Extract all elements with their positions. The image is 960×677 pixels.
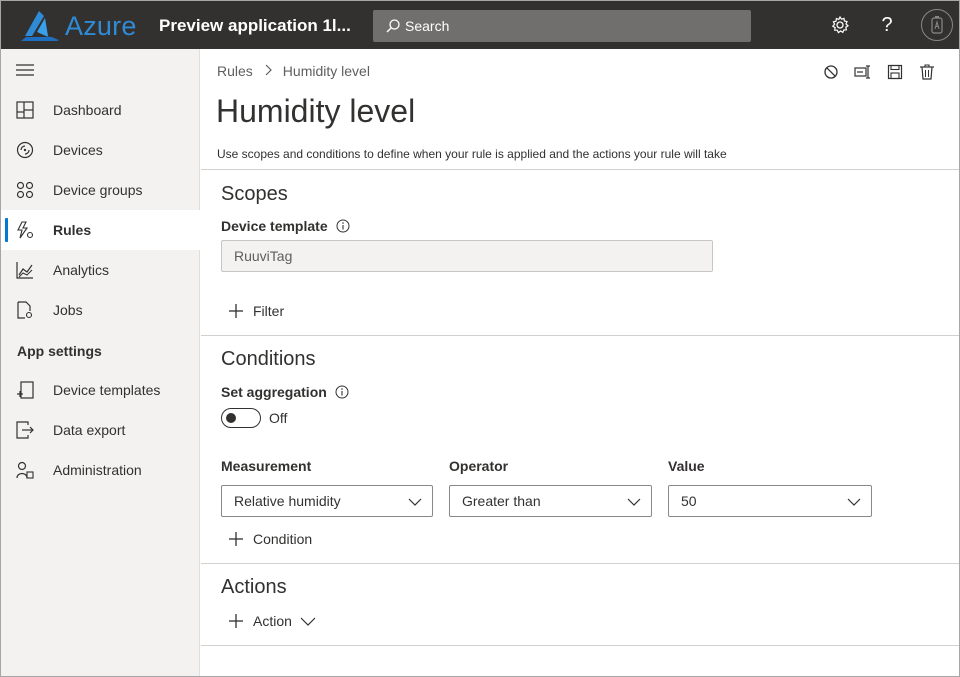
sidebar-item-administration[interactable]: Administration	[1, 450, 200, 490]
app-title[interactable]: Preview application 1l...	[159, 16, 351, 36]
search-placeholder: Search	[405, 18, 450, 34]
plus-icon	[229, 532, 243, 546]
devices-icon	[15, 140, 35, 160]
jobs-icon	[15, 300, 35, 320]
azure-logo-icon	[21, 11, 60, 41]
sidebar-item-label: Jobs	[53, 302, 83, 318]
help-icon[interactable]: ?	[875, 13, 899, 37]
measurement-label: Measurement	[221, 458, 312, 474]
page-description: Use scopes and conditions to define when…	[217, 147, 727, 161]
administration-icon	[15, 460, 35, 480]
divider	[201, 645, 959, 646]
operator-dropdown[interactable]: Greater than	[449, 485, 652, 517]
sidebar-item-label: Device templates	[53, 382, 161, 398]
sidebar-item-data-export[interactable]: Data export	[1, 410, 200, 450]
dashboard-icon	[15, 100, 35, 120]
delete-icon[interactable]	[917, 62, 937, 82]
plus-icon	[229, 614, 243, 628]
device-templates-icon	[15, 380, 35, 400]
page-title: Humidity level	[216, 93, 416, 129]
chevron-down-icon	[627, 498, 641, 506]
operator-label: Operator	[449, 458, 509, 474]
aggregation-toggle[interactable]	[221, 408, 261, 428]
add-action-label: Action	[253, 613, 292, 629]
chevron-down-icon	[847, 498, 861, 506]
sidebar: Dashboard Devices Device groups Rules An…	[1, 49, 200, 676]
sidebar-item-label: Dashboard	[53, 102, 122, 118]
divider	[201, 563, 959, 564]
app-settings-section-heading: App settings	[17, 343, 102, 359]
user-avatar[interactable]	[921, 9, 953, 41]
info-icon[interactable]	[336, 219, 350, 233]
brand-name: Azure	[65, 10, 137, 41]
add-action-button[interactable]: Action	[228, 613, 316, 629]
sidebar-item-dashboard[interactable]: Dashboard	[1, 90, 200, 130]
measurement-dropdown[interactable]: Relative humidity	[221, 485, 433, 517]
set-aggregation-label: Set aggregation	[221, 384, 349, 400]
value-selected: 50	[681, 493, 697, 509]
breadcrumb: Rules Humidity level	[217, 63, 370, 79]
data-export-icon	[15, 420, 35, 440]
device-template-label: Device template	[221, 218, 350, 234]
sidebar-item-jobs[interactable]: Jobs	[1, 290, 200, 330]
save-icon[interactable]	[885, 62, 905, 82]
add-condition-label: Condition	[253, 531, 313, 547]
breadcrumb-rules-link[interactable]: Rules	[217, 63, 253, 79]
aggregation-toggle-state: Off	[269, 410, 288, 426]
search-box[interactable]: Search	[373, 10, 751, 42]
sidebar-item-label: Analytics	[53, 262, 110, 278]
actions-heading: Actions	[221, 576, 287, 598]
search-icon	[386, 19, 400, 33]
divider	[201, 335, 959, 336]
device-groups-icon	[15, 180, 35, 200]
value-label: Value	[668, 458, 705, 474]
azure-logo[interactable]: Azure	[19, 10, 137, 42]
hamburger-menu-icon[interactable]	[16, 63, 34, 77]
settings-gear-icon[interactable]	[828, 13, 852, 37]
measurement-selected: Relative humidity	[234, 493, 341, 509]
command-bar	[821, 62, 949, 82]
value-dropdown[interactable]: 50	[668, 485, 872, 517]
scopes-heading: Scopes	[221, 183, 288, 205]
analytics-icon	[15, 260, 35, 280]
device-template-field: RuuviTag	[221, 240, 713, 272]
set-aggregation-label-text: Set aggregation	[221, 384, 327, 400]
app-window: Azure Preview application 1l... Search ?	[0, 0, 960, 677]
sidebar-item-label: Rules	[53, 222, 92, 238]
divider	[201, 169, 959, 170]
sidebar-item-label: Device groups	[53, 182, 143, 198]
user-icon	[931, 16, 943, 34]
operator-selected: Greater than	[462, 493, 541, 509]
conditions-heading: Conditions	[221, 348, 316, 370]
toggle-knob	[226, 413, 236, 423]
sidebar-item-analytics[interactable]: Analytics	[1, 250, 200, 290]
sidebar-item-label: Devices	[53, 142, 103, 158]
top-bar: Azure Preview application 1l... Search ?	[1, 1, 959, 49]
sidebar-item-label: Data export	[53, 422, 126, 438]
add-filter-label: Filter	[253, 303, 285, 319]
sidebar-item-label: Administration	[53, 462, 142, 478]
sidebar-item-devices[interactable]: Devices	[1, 130, 200, 170]
sidebar-item-rules[interactable]: Rules	[1, 210, 200, 250]
chevron-down-icon	[408, 498, 422, 506]
sidebar-item-device-templates[interactable]: Device templates	[1, 370, 200, 410]
add-filter-button[interactable]: Filter	[228, 303, 284, 319]
rules-icon	[15, 220, 35, 240]
device-template-label-text: Device template	[221, 218, 328, 234]
plus-icon	[229, 304, 243, 318]
breadcrumb-current: Humidity level	[282, 63, 370, 79]
add-condition-button[interactable]: Condition	[228, 531, 312, 547]
main-content: Rules Humidity level Humidity level Use …	[201, 49, 959, 676]
chevron-down-icon	[300, 617, 316, 626]
rename-icon[interactable]	[853, 62, 873, 82]
chevron-right-icon	[263, 63, 273, 79]
sidebar-item-device-groups[interactable]: Device groups	[1, 170, 200, 210]
info-icon[interactable]	[335, 385, 349, 399]
disable-icon[interactable]	[821, 62, 841, 82]
